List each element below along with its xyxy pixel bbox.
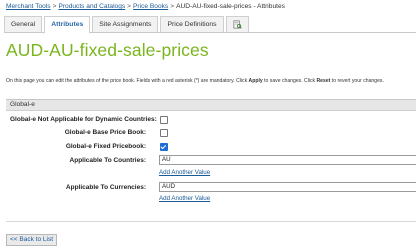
tab-site-assignments[interactable]: Site Assignments: [92, 16, 159, 32]
breadcrumb-separator: >: [170, 3, 175, 10]
breadcrumb-current: AUD-AU-fixed-sale-prices - Attributes: [176, 3, 285, 10]
breadcrumb-separator: >: [52, 3, 57, 10]
tab-bar: General Attributes Site Assignments Pric…: [4, 15, 416, 33]
tab-price-definitions[interactable]: Price Definitions: [160, 16, 224, 32]
global-e-section: Global-e Global-e Not Applicable for Dyn…: [6, 99, 416, 222]
currencies-input[interactable]: AUD: [159, 182, 416, 192]
add-currency-link[interactable]: Add Another Value: [159, 195, 210, 202]
fixed-price-checkbox[interactable]: [160, 143, 168, 151]
section-header: Global-e: [6, 100, 416, 111]
breadcrumb: Merchant Tools > Products and Catalogs > Pri…: [6, 2, 285, 11]
info-apply-word: Apply: [248, 78, 263, 84]
not-applicable-label: Global-e Not Applicable for Dynamic Coun…: [10, 116, 157, 123]
info-text-part: to revert your changes.: [330, 78, 384, 84]
base-price-checkbox[interactable]: [160, 129, 168, 137]
breadcrumb-separator: >: [127, 3, 132, 10]
info-text-part: to save changes. Click: [262, 78, 317, 84]
breadcrumb-price-books[interactable]: Price Books: [133, 3, 168, 10]
info-text-part: On this page you can edit the attributes…: [6, 78, 249, 84]
tab-general[interactable]: General: [4, 16, 43, 32]
add-country-link[interactable]: Add Another Value: [159, 169, 210, 176]
tab-edit-document[interactable]: [225, 16, 249, 32]
base-price-label: Global-e Base Price Book:: [64, 129, 146, 136]
back-to-list-button[interactable]: << Back to List: [6, 234, 57, 246]
countries-input[interactable]: AU: [159, 155, 416, 165]
currencies-label: Applicable To Currencies:: [65, 184, 146, 191]
fixed-price-label: Global-e Fixed Pricebook:: [65, 143, 146, 150]
info-reset-word: Reset: [316, 78, 331, 84]
not-applicable-checkbox[interactable]: [160, 116, 168, 124]
page-title: AUD-AU-fixed-sale-prices: [6, 40, 209, 60]
breadcrumb-merchant-tools[interactable]: Merchant Tools: [6, 3, 51, 10]
countries-label: Applicable To Countries:: [69, 157, 146, 164]
tab-attributes[interactable]: Attributes: [44, 16, 91, 33]
info-text: On this page you can edit the attributes…: [6, 78, 384, 84]
breadcrumb-products-catalogs[interactable]: Products and Catalogs: [58, 3, 125, 10]
edit-document-icon: [233, 20, 242, 29]
